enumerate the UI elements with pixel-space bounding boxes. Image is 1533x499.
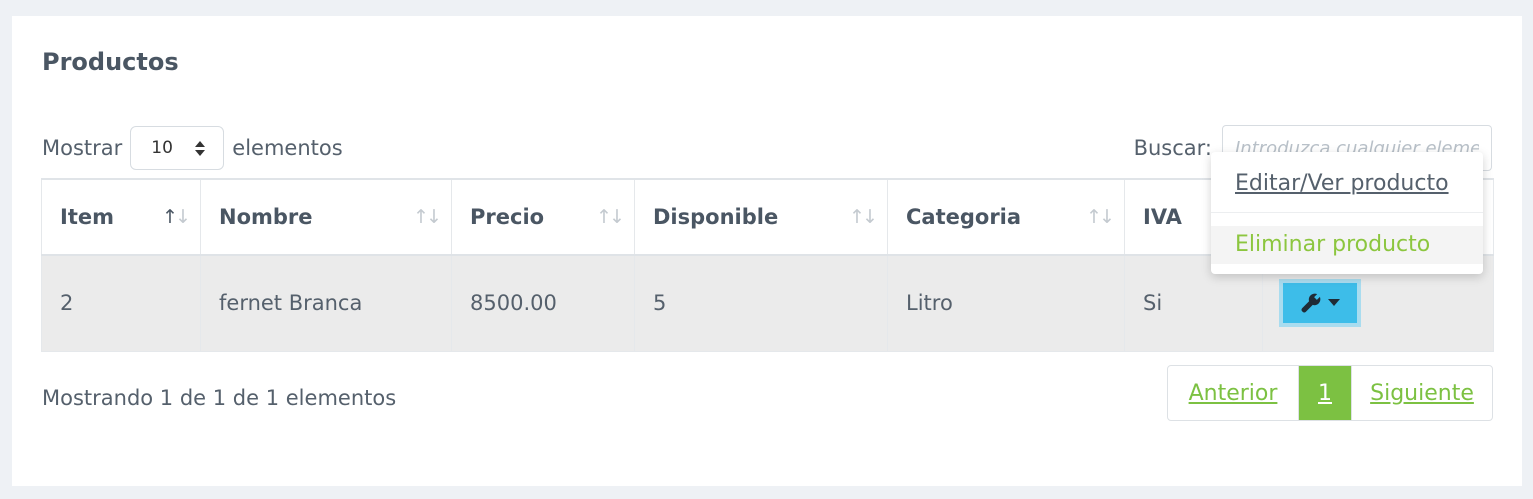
menu-item-edit-product[interactable]: Editar/Ver producto: [1211, 166, 1483, 202]
actions-dropdown-button[interactable]: [1279, 279, 1361, 328]
pagination: Anterior 1 Siguiente: [1167, 365, 1493, 421]
page-length-value: 10: [151, 138, 173, 158]
search-label: Buscar:: [1133, 136, 1212, 160]
products-panel: Productos Mostrar 10 elementos Buscar: I…: [12, 16, 1522, 486]
column-header-disponible[interactable]: Disponible ↑↓: [634, 178, 888, 256]
pagination-page-1[interactable]: 1: [1299, 366, 1351, 420]
column-header-item[interactable]: Item ↑↓: [41, 178, 201, 256]
actions-dropdown-menu: Editar/Ver producto Eliminar producto: [1211, 152, 1483, 274]
cell-item: 2: [41, 254, 201, 352]
length-suffix: elementos: [232, 136, 343, 160]
sort-icon: ↑↓: [596, 206, 625, 228]
page-title: Productos: [42, 48, 179, 76]
sort-asc-icon: ↑↓: [162, 206, 191, 228]
cell-categoria: Litro: [887, 254, 1125, 352]
length-menu: Mostrar 10 elementos: [42, 124, 343, 172]
column-header-precio[interactable]: Precio ↑↓: [451, 178, 635, 256]
pagination-next[interactable]: Siguiente: [1351, 366, 1492, 420]
pagination-previous[interactable]: Anterior: [1168, 366, 1299, 420]
length-prefix: Mostrar: [42, 136, 123, 160]
sort-icon: ↑↓: [1086, 206, 1115, 228]
column-header-nombre[interactable]: Nombre ↑↓: [200, 178, 452, 256]
wrench-icon: [1301, 293, 1321, 313]
cell-nombre: fernet Branca: [200, 254, 452, 352]
select-caret-icon: [195, 140, 206, 156]
page-length-select[interactable]: 10: [130, 126, 225, 170]
menu-divider: [1211, 212, 1483, 213]
sort-icon: ↑↓: [849, 206, 878, 228]
table-info: Mostrando 1 de 1 de 1 elementos: [42, 386, 397, 410]
column-header-categoria[interactable]: Categoria ↑↓: [887, 178, 1125, 256]
cell-disponible: 5: [634, 254, 888, 352]
menu-item-delete-product[interactable]: Eliminar producto: [1211, 226, 1483, 264]
sort-icon: ↑↓: [413, 206, 442, 228]
caret-down-icon: [1328, 299, 1340, 307]
cell-precio: 8500.00: [451, 254, 635, 352]
